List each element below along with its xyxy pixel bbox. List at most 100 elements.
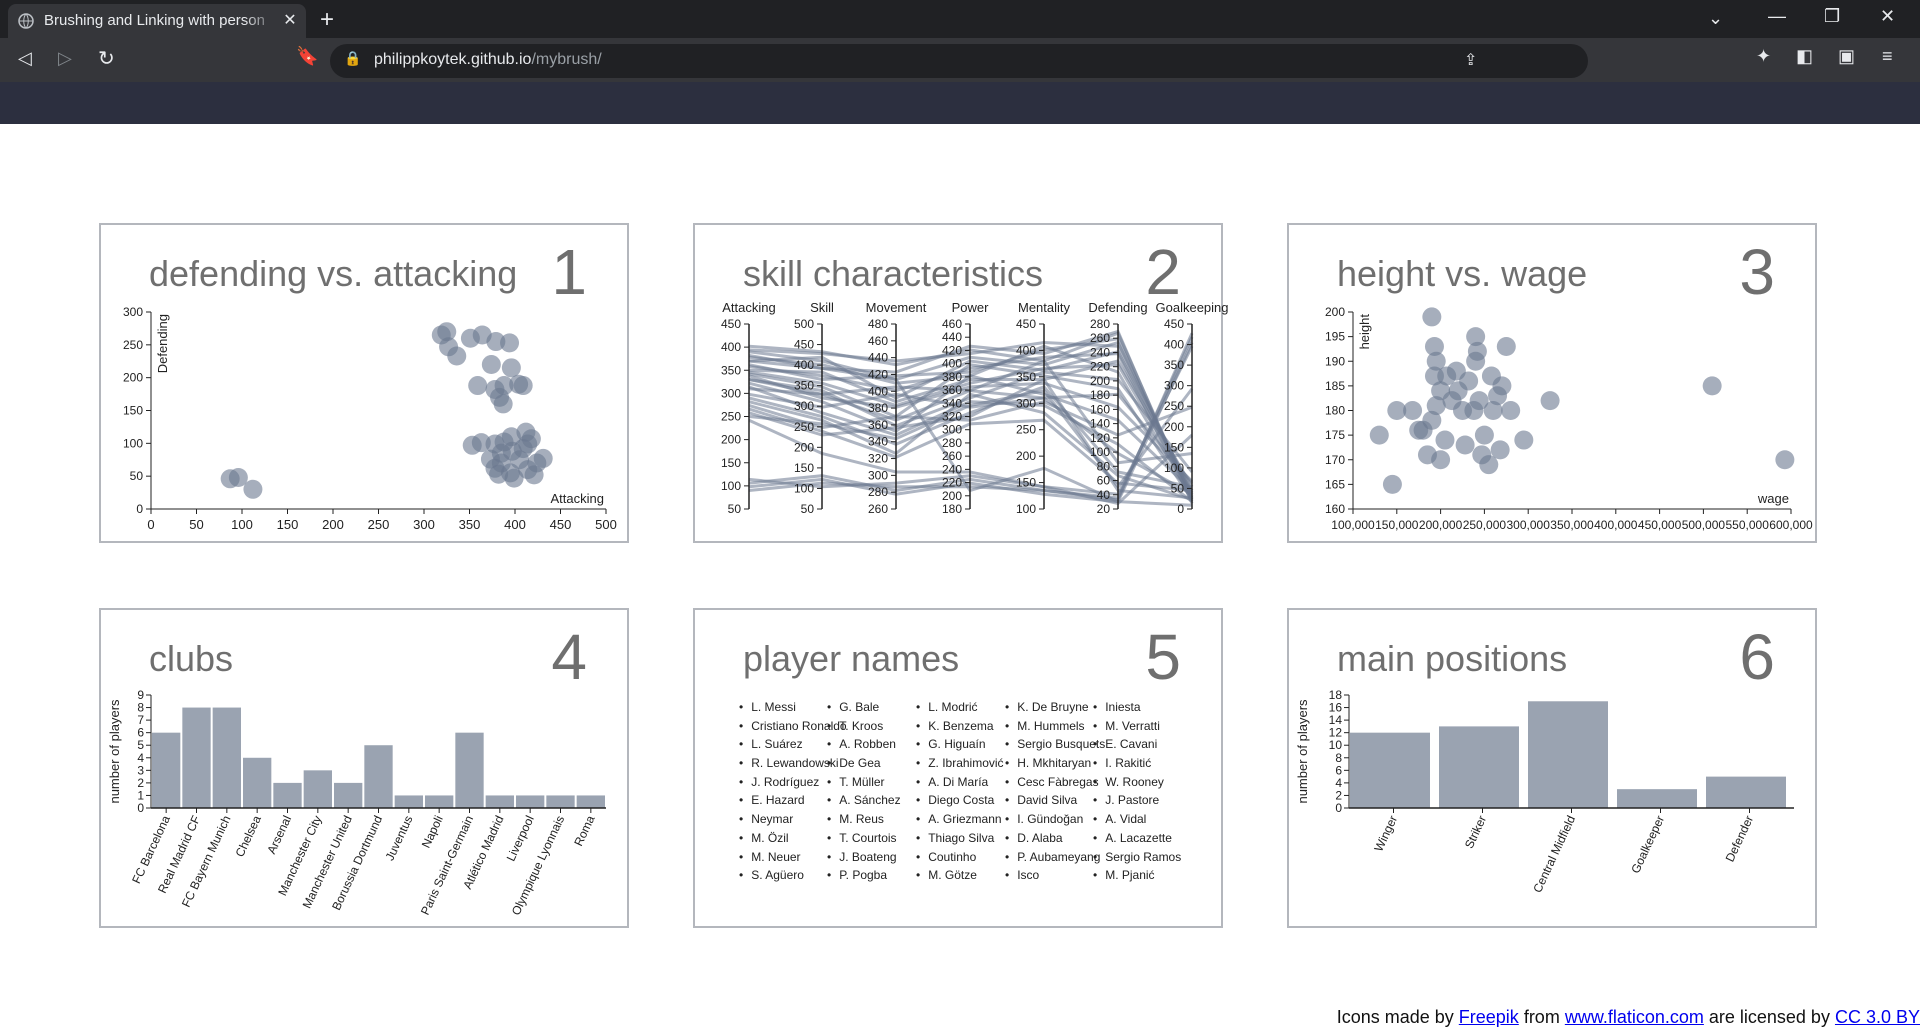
player-name-item[interactable]: Z. Ibrahimović <box>916 756 1008 775</box>
y-axis-label: number of players <box>107 699 122 804</box>
player-name-item[interactable]: J. Pastore <box>1093 793 1185 812</box>
player-name-item[interactable]: M. Reus <box>827 812 919 831</box>
player-name-item[interactable]: L. Modrić <box>916 700 1008 719</box>
flaticon-link[interactable]: www.flaticon.com <box>1565 1007 1704 1027</box>
forward-icon[interactable]: ▷ <box>58 48 72 69</box>
wallet-icon[interactable]: ▣ <box>1838 46 1855 67</box>
reload-icon[interactable]: ↻ <box>98 46 115 71</box>
back-icon[interactable]: ◁ <box>18 48 32 69</box>
player-name-item[interactable]: K. De Bruyne <box>1005 700 1097 719</box>
url-path: /mybrush/ <box>531 51 602 68</box>
player-name-item[interactable]: J. Rodríguez <box>739 775 831 794</box>
x-tick-label: 50 <box>189 517 203 532</box>
panel-skill-characteristics: Attacking 450 400 350 300 250 200 150 100 50 Skill… <box>693 223 1229 543</box>
player-name-item[interactable]: Isco <box>1005 868 1097 887</box>
player-name-item[interactable]: M. Hummels <box>1005 719 1097 738</box>
player-name-item[interactable]: Sergio Busquets <box>1005 737 1105 756</box>
player-name-item[interactable]: A. Robben <box>827 737 919 756</box>
window-close-icon[interactable]: ✕ <box>1880 6 1895 27</box>
player-name-item[interactable]: A. Griezmann <box>916 812 1008 831</box>
player-name-item[interactable]: J. Boateng <box>827 850 919 869</box>
player-name-item[interactable]: I. Gündoğan <box>1005 812 1097 831</box>
tick-label: 200 <box>942 489 962 503</box>
tab-search-icon[interactable]: ⌄ <box>1708 8 1723 29</box>
y-tick-label: 100 <box>123 436 143 450</box>
tick-label: 450 <box>721 317 741 331</box>
tick-label: 380 <box>868 401 888 415</box>
player-name-item[interactable]: Diego Costa <box>916 793 1008 812</box>
tick-label: 250 <box>721 410 741 424</box>
panel-player-names: player names 5 L. MessiCristiano Ronaldo… <box>693 608 1223 928</box>
player-name-item[interactable]: Cristiano Ronaldo <box>739 719 846 738</box>
x-tick-label: Striker <box>1462 813 1489 850</box>
side-panel-icon[interactable]: ◧ <box>1796 46 1813 67</box>
player-name-item[interactable]: A. Sánchez <box>827 793 919 812</box>
y-tick-label: 9 <box>137 688 144 702</box>
freepik-link[interactable]: Freepik <box>1459 1007 1519 1027</box>
player-name-item[interactable]: De Gea <box>827 756 919 775</box>
share-icon[interactable]: ⇪ <box>1464 50 1477 70</box>
player-name-item[interactable]: M. Götze <box>916 868 1008 887</box>
player-name-item[interactable]: I. Rakitić <box>1093 756 1185 775</box>
player-name-item[interactable]: T. Kroos <box>827 719 919 738</box>
player-name-item[interactable]: P. Aubameyang <box>1005 850 1100 869</box>
data-point <box>1382 474 1402 494</box>
player-name-item[interactable]: M. Neuer <box>739 850 831 869</box>
player-name-item[interactable]: E. Cavani <box>1093 737 1185 756</box>
tick-label: 260 <box>868 502 888 516</box>
player-name-item[interactable]: Sergio Ramos <box>1093 850 1185 869</box>
player-name-item[interactable]: S. Agüero <box>739 868 831 887</box>
tick-label: 200 <box>1090 374 1110 388</box>
data-point <box>1775 450 1795 470</box>
bar <box>1350 732 1430 808</box>
axis-label: Mentality <box>1018 300 1071 315</box>
player-name-item[interactable]: Iniesta <box>1093 700 1185 719</box>
player-name-item[interactable]: A. Di María <box>916 775 1008 794</box>
tick-label: 200 <box>1016 449 1036 463</box>
tick-label: 80 <box>1097 459 1111 473</box>
player-name-item[interactable]: T. Courtois <box>827 831 919 850</box>
new-tab-icon[interactable]: + <box>320 6 334 34</box>
tick-label: 240 <box>942 462 962 476</box>
player-name-item[interactable]: G. Higuaín <box>916 737 1008 756</box>
player-name-item[interactable]: K. Benzema <box>916 719 1008 738</box>
player-name-item[interactable]: A. Lacazette <box>1093 831 1185 850</box>
browser-tab[interactable]: Brushing and Linking with person ✕ <box>8 4 306 38</box>
page-header-strip <box>0 82 1920 124</box>
player-name-item[interactable]: L. Suárez <box>739 737 831 756</box>
player-name-item[interactable]: E. Hazard <box>739 793 831 812</box>
player-name-item[interactable]: P. Pogba <box>827 868 919 887</box>
x-tick-label: 500,000 <box>1682 518 1726 532</box>
player-name-item[interactable]: Neymar <box>739 812 831 831</box>
player-name-item[interactable]: M. Özil <box>739 831 831 850</box>
menu-icon[interactable]: ≡ <box>1882 46 1893 67</box>
panel-number: 3 <box>1739 236 1775 308</box>
player-name-item[interactable]: D. Alaba <box>1005 831 1097 850</box>
bookmark-icon[interactable]: 🔖 <box>296 46 318 67</box>
minimize-icon[interactable]: — <box>1768 6 1786 27</box>
player-name-item[interactable]: R. Lewandowski <box>739 756 838 775</box>
data-point <box>1409 420 1429 440</box>
player-name-item[interactable]: T. Müller <box>827 775 919 794</box>
y-tick-label: 200 <box>1325 305 1345 319</box>
license-link[interactable]: CC 3.0 BY <box>1835 1007 1920 1027</box>
player-name-item[interactable]: Thiago Silva <box>916 831 1008 850</box>
bar <box>576 795 605 808</box>
data-point <box>447 346 467 366</box>
restore-icon[interactable]: ❐ <box>1824 6 1840 27</box>
player-name-item[interactable]: H. Mkhitaryan <box>1005 756 1097 775</box>
close-tab-icon[interactable]: ✕ <box>280 11 300 31</box>
bar <box>455 732 484 808</box>
player-name-item[interactable]: M. Verratti <box>1093 719 1185 738</box>
y-tick-label: 18 <box>1329 688 1343 702</box>
player-name-item[interactable]: Cesc Fàbregas <box>1005 775 1098 794</box>
player-name-item[interactable]: A. Vidal <box>1093 812 1185 831</box>
player-name-item[interactable]: David Silva <box>1005 793 1097 812</box>
extensions-icon[interactable]: ✦ <box>1756 46 1771 67</box>
player-name-item[interactable]: G. Bale <box>827 700 919 719</box>
player-name-item[interactable]: Coutinho <box>916 850 1008 869</box>
player-name-item[interactable]: M. Pjanić <box>1093 868 1185 887</box>
url-text[interactable]: philippkoytek.github.io/mybrush/ <box>374 51 602 69</box>
player-name-item[interactable]: W. Rooney <box>1093 775 1185 794</box>
player-name-item[interactable]: L. Messi <box>739 700 831 719</box>
